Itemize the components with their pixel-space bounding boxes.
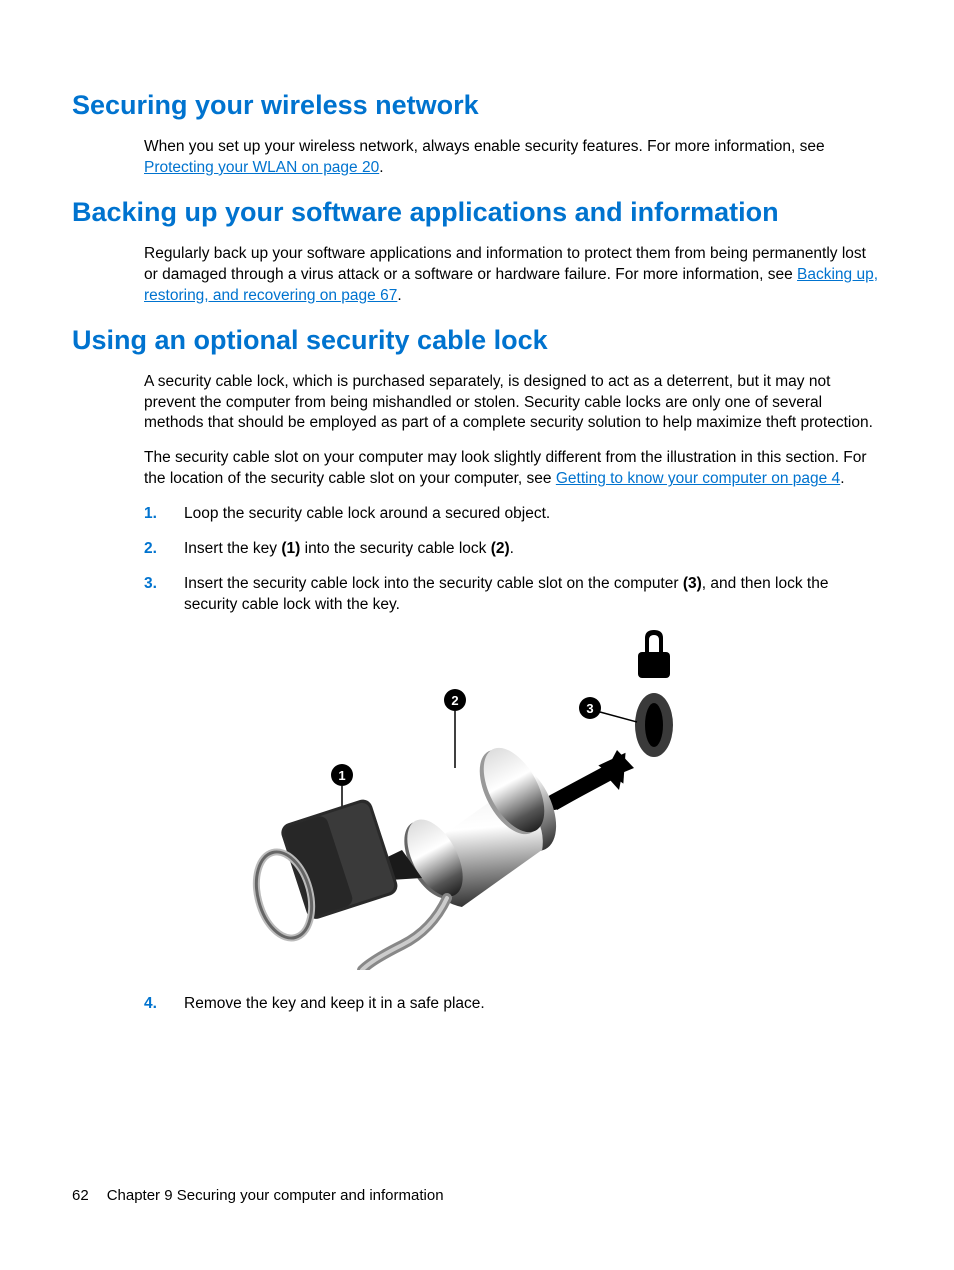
- page-footer: 62 Chapter 9 Securing your computer and i…: [72, 1187, 444, 1204]
- step-number: 4.: [144, 994, 184, 1015]
- step-number: 3.: [144, 574, 184, 595]
- page-number: 62: [72, 1187, 89, 1204]
- link-protecting-wlan[interactable]: Protecting your WLAN on page 20: [144, 159, 379, 176]
- callout-2-label: 2: [451, 693, 458, 708]
- steps-list-2: 4. Remove the key and keep it in a safe …: [144, 994, 882, 1015]
- step-text: Insert the key (1) into the security cab…: [184, 539, 882, 560]
- heading-backing-up: Backing up your software applications an…: [72, 197, 882, 228]
- step-text: Loop the security cable lock around a se…: [184, 504, 882, 525]
- chapter-title: Chapter 9 Securing your computer and inf…: [107, 1187, 444, 1204]
- steps-list: 1. Loop the security cable lock around a…: [144, 504, 882, 616]
- step-2: 2. Insert the key (1) into the security …: [144, 539, 882, 560]
- text: .: [840, 470, 844, 487]
- step-3: 3. Insert the security cable lock into t…: [144, 574, 882, 616]
- cable-lock-svg: 3 2 1: [222, 630, 712, 970]
- para-backup: Regularly back up your software applicat…: [144, 244, 882, 307]
- cable-wire: [362, 898, 447, 970]
- lock-icon: [638, 630, 670, 678]
- step-4: 4. Remove the key and keep it in a safe …: [144, 994, 882, 1015]
- step-number: 2.: [144, 539, 184, 560]
- heading-cable-lock: Using an optional security cable lock: [72, 325, 882, 356]
- link-getting-to-know[interactable]: Getting to know your computer on page 4: [556, 470, 840, 487]
- callout-1-label: 1: [338, 768, 345, 783]
- arrow-icon: [552, 750, 637, 810]
- cable-lock-illustration: 3 2 1: [222, 630, 712, 970]
- step-1: 1. Loop the security cable lock around a…: [144, 504, 882, 525]
- lock-cylinder: [377, 738, 570, 910]
- document-page: Securing your wireless network When you …: [0, 0, 954, 1015]
- step-number: 1.: [144, 504, 184, 525]
- bold-callout: (1): [281, 540, 300, 557]
- para-wireless: When you set up your wireless network, a…: [144, 137, 882, 179]
- step-text: Remove the key and keep it in a safe pla…: [184, 994, 882, 1015]
- heading-securing-wireless: Securing your wireless network: [72, 90, 882, 121]
- text: into the security cable lock: [300, 540, 490, 557]
- text: When you set up your wireless network, a…: [144, 138, 825, 155]
- text: Regularly back up your software applicat…: [144, 245, 866, 283]
- step-text: Insert the security cable lock into the …: [184, 574, 882, 616]
- bold-callout: (3): [683, 575, 702, 592]
- text: Insert the security cable lock into the …: [184, 575, 683, 592]
- text: .: [510, 540, 514, 557]
- text: Insert the key: [184, 540, 281, 557]
- text: .: [379, 159, 383, 176]
- callout-3-label: 3: [586, 701, 593, 716]
- bold-callout: (2): [491, 540, 510, 557]
- para-cable-2: The security cable slot on your computer…: [144, 448, 882, 490]
- para-cable-1: A security cable lock, which is purchase…: [144, 372, 882, 435]
- text: .: [397, 287, 401, 304]
- security-slot: [635, 693, 673, 757]
